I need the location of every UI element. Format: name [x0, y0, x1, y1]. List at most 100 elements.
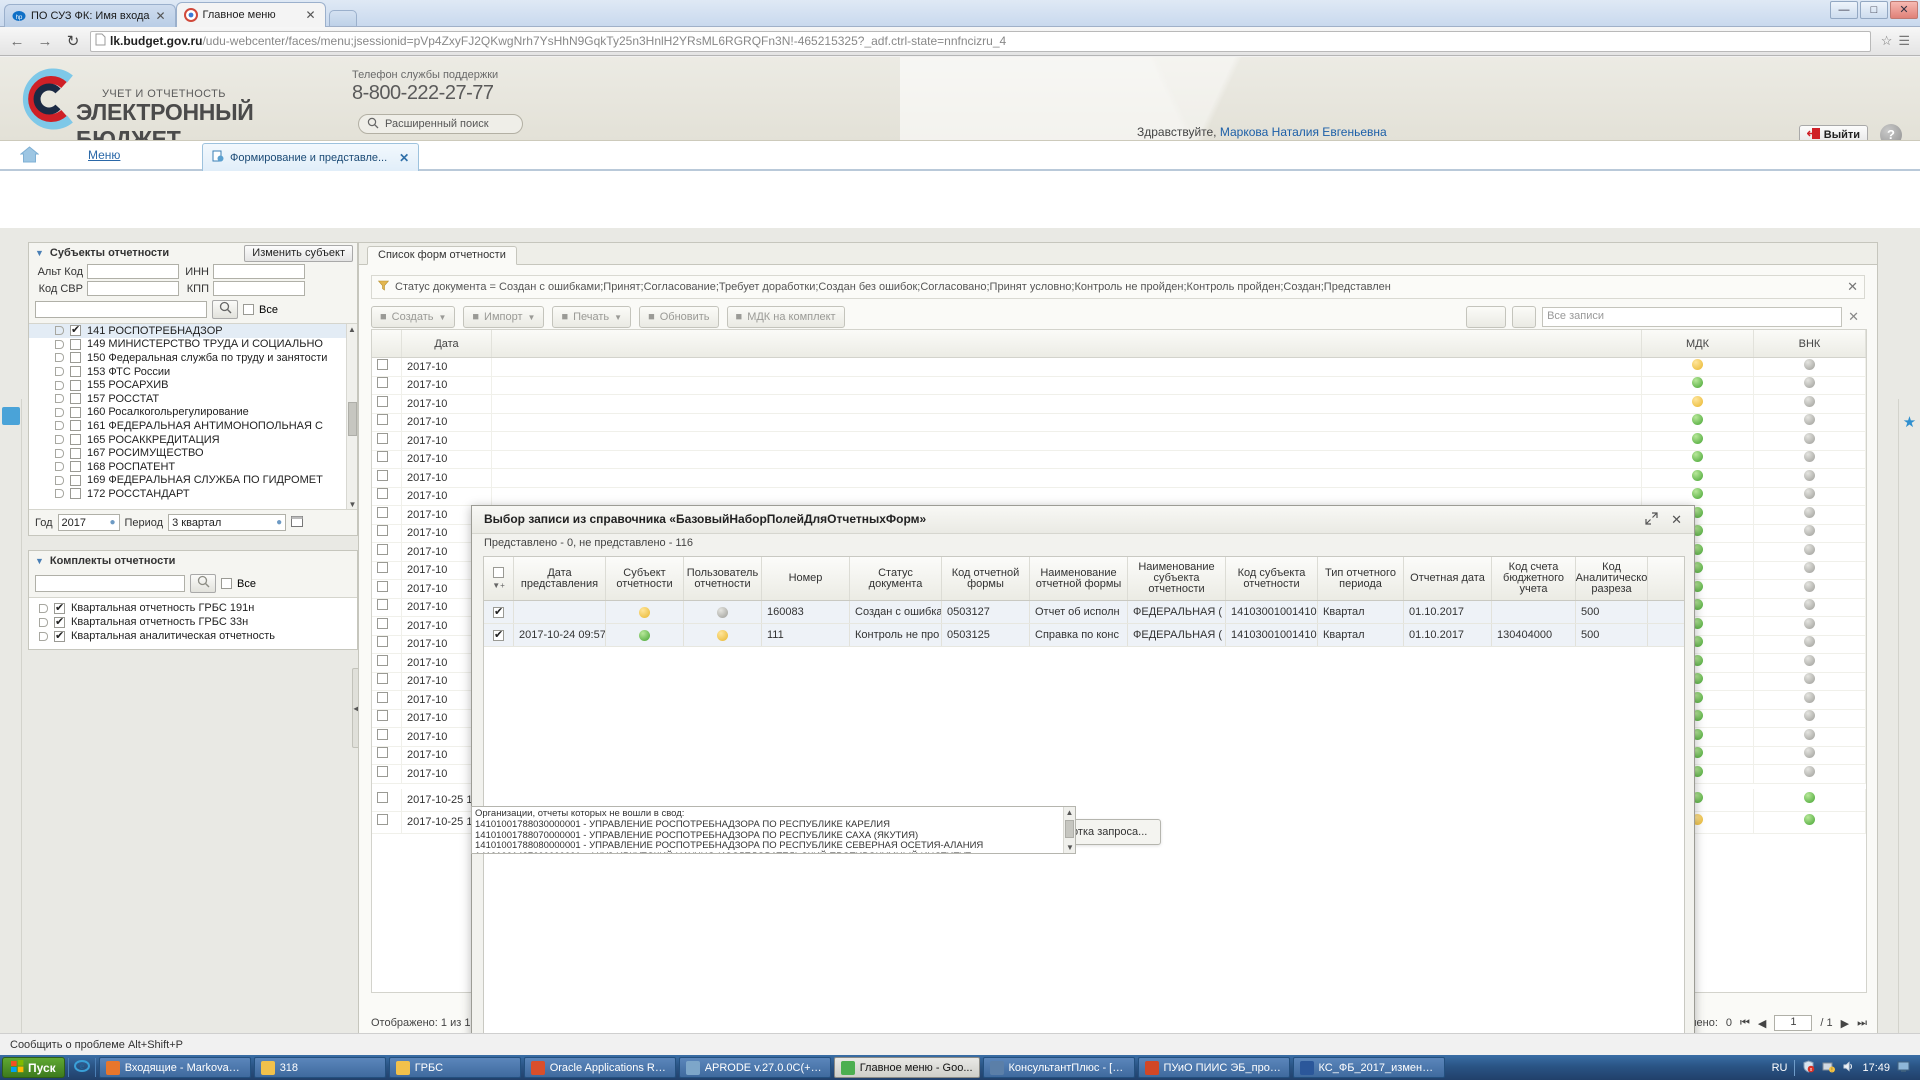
sets-list-item[interactable]: Квартальная отчетность ГРБС 33н: [29, 615, 357, 629]
subjects-item-checkbox[interactable]: [70, 407, 81, 418]
taskbar-item[interactable]: ПУиО ПИИС ЭБ_проект...: [1138, 1057, 1290, 1078]
row-checkbox[interactable]: [377, 562, 388, 573]
row-checkbox[interactable]: [377, 525, 388, 536]
excluded-organizations-box[interactable]: Организации, отчеты которых не вошли в с…: [471, 806, 1076, 854]
row-checkbox[interactable]: [493, 630, 504, 641]
row-checkbox[interactable]: [377, 673, 388, 684]
subjects-tree-item[interactable]: 141 РОСПОТРЕБНАДЗОР: [29, 324, 357, 338]
sets-item-checkbox[interactable]: [54, 617, 65, 628]
maximize-button[interactable]: □: [1860, 1, 1888, 19]
row-checkbox[interactable]: [377, 655, 388, 666]
modal-col-1[interactable]: Субъект отчетности: [606, 557, 684, 600]
subjects-item-checkbox[interactable]: [70, 420, 81, 431]
modal-col-6[interactable]: Наименование отчетной формы: [1030, 557, 1128, 600]
records-search-input[interactable]: Все записи: [1542, 307, 1842, 327]
modal-col-9[interactable]: Тип отчетного периода: [1318, 557, 1404, 600]
subjects-tree-item[interactable]: 160 Росалкогольрегулирование: [29, 406, 357, 420]
app-logo[interactable]: УЧЕТ И ОТЧЕТНОСТЬ ЭЛЕКТРОННЫЙ БЮДЖЕТ: [14, 63, 344, 135]
subjects-item-checkbox[interactable]: [70, 461, 81, 472]
row-checkbox[interactable]: [377, 729, 388, 740]
row-checkbox[interactable]: [377, 544, 388, 555]
row-checkbox[interactable]: [377, 433, 388, 444]
modal-results-table[interactable]: ▼+ Дата представленияСубъект отчетностиП…: [483, 556, 1685, 1053]
browser-tab-2[interactable]: Главное меню ✕: [176, 2, 326, 27]
row-checkbox[interactable]: [377, 636, 388, 647]
subjects-all-checkbox[interactable]: [243, 304, 254, 315]
bookmark-star-icon[interactable]: ☆: [1881, 33, 1893, 49]
browser-tab-1-close-icon[interactable]: ✕: [155, 10, 167, 22]
expand-flag-icon[interactable]: [55, 408, 64, 417]
sets-search-input[interactable]: [35, 575, 185, 592]
chrome-menu-icon[interactable]: ☰: [1898, 33, 1910, 49]
chevron-down-icon[interactable]: ▼: [614, 313, 622, 322]
subjects-item-checkbox[interactable]: [70, 488, 81, 499]
toolbar-print-icon[interactable]: ■ Печать ▼: [552, 306, 631, 328]
taskbar-item[interactable]: КонсультантПлюс - [Пр...: [983, 1057, 1135, 1078]
toolbar-refresh-icon[interactable]: ■ Обновить: [639, 306, 718, 328]
row-checkbox[interactable]: [377, 692, 388, 703]
scroll-up-icon[interactable]: ▲: [347, 324, 357, 335]
home-icon[interactable]: [20, 146, 40, 166]
select-all-checkbox[interactable]: [493, 567, 504, 578]
modal-col-3[interactable]: Номер: [762, 557, 850, 600]
row-checkbox[interactable]: [377, 414, 388, 425]
chevron-down-icon[interactable]: ▼: [35, 556, 44, 566]
subjects-item-checkbox[interactable]: [70, 393, 81, 404]
favorite-star-icon[interactable]: ★: [1902, 413, 1918, 429]
row-checkbox[interactable]: [377, 618, 388, 629]
chevron-down-icon[interactable]: ▼: [35, 248, 44, 258]
scroll-thumb[interactable]: [1065, 820, 1074, 838]
modal-col-10[interactable]: Отчетная дата: [1404, 557, 1492, 600]
table-row[interactable]: 2017-10: [372, 414, 1866, 433]
scroll-down-icon[interactable]: ▼: [1064, 842, 1076, 853]
calendar-icon[interactable]: [291, 515, 303, 530]
sets-search-icon[interactable]: [190, 574, 216, 593]
modal-table-row[interactable]: 2017-10-24 09:57 111 Контроль не про 050…: [484, 624, 1684, 647]
taskbar-item[interactable]: Oracle Applications R.12 -...: [524, 1057, 676, 1078]
toolbar-check-icon[interactable]: ■ МДК на комплект: [727, 306, 845, 328]
expand-flag-icon[interactable]: [55, 421, 64, 430]
toolbar-import-icon[interactable]: ■ Импорт ▼: [463, 306, 544, 328]
scroll-down-icon[interactable]: ▼: [347, 499, 357, 509]
period-select[interactable]: 3 квартал ●: [168, 514, 286, 531]
modal-col-select[interactable]: ▼+: [484, 557, 514, 600]
expand-flag-icon[interactable]: [55, 394, 64, 403]
modal-col-5[interactable]: Код отчетной формы: [942, 557, 1030, 600]
volume-icon[interactable]: [1842, 1060, 1855, 1076]
sets-all-checkbox[interactable]: [221, 578, 232, 589]
row-checkbox[interactable]: [377, 488, 388, 499]
table-row[interactable]: 2017-10: [372, 469, 1866, 488]
expand-flag-icon[interactable]: [55, 381, 64, 390]
new-tab-button[interactable]: [329, 10, 357, 26]
taskbar-item[interactable]: Входящие - MarkovaNE...: [99, 1057, 251, 1078]
expand-flag-icon[interactable]: [55, 435, 64, 444]
sets-list[interactable]: Квартальная отчетность ГРБС 191н Квартал…: [29, 597, 357, 649]
modal-table-row[interactable]: 160083 Создан с ошибка 0503127 Отчет об …: [484, 601, 1684, 624]
network-icon[interactable]: !: [1822, 1060, 1835, 1076]
col-date[interactable]: Дата: [402, 330, 492, 357]
row-checkbox[interactable]: [377, 599, 388, 610]
modal-col-0[interactable]: Дата представления: [514, 557, 606, 600]
back-button[interactable]: ←: [6, 33, 28, 50]
main-pager-input[interactable]: 1: [1774, 1015, 1812, 1031]
start-button[interactable]: Пуск: [2, 1057, 65, 1078]
subjects-tree-item[interactable]: 172 РОССТАНДАРТ: [29, 487, 357, 501]
row-checkbox[interactable]: [377, 792, 388, 803]
subjects-item-checkbox[interactable]: [70, 339, 81, 350]
modal-col-4[interactable]: Статус документа: [850, 557, 942, 600]
close-button[interactable]: ✕: [1890, 1, 1918, 19]
expand-flag-icon[interactable]: [55, 340, 64, 349]
user-name-link[interactable]: Маркова Наталия Евгеньевна: [1220, 125, 1387, 139]
tab-formirovanie[interactable]: Формирование и представле... ✕: [202, 143, 419, 171]
modal-col-12[interactable]: Код Аналитическо разреза: [1576, 557, 1648, 600]
browser-tab-1[interactable]: hp ПО СУЗ ФК: Имя входа ✕: [4, 4, 176, 27]
advanced-search-button[interactable]: Расширенный поиск: [358, 114, 523, 134]
shield-icon[interactable]: x: [1802, 1060, 1815, 1076]
row-checkbox[interactable]: [377, 581, 388, 592]
expand-flag-icon[interactable]: [55, 367, 64, 376]
expand-flag-icon[interactable]: [55, 449, 64, 458]
show-desktop-icon[interactable]: [1897, 1060, 1910, 1076]
taskbar-item[interactable]: ГРБС: [389, 1057, 521, 1078]
toolbar-close-icon[interactable]: ✕: [1848, 309, 1865, 325]
table-row[interactable]: 2017-10: [372, 358, 1866, 377]
